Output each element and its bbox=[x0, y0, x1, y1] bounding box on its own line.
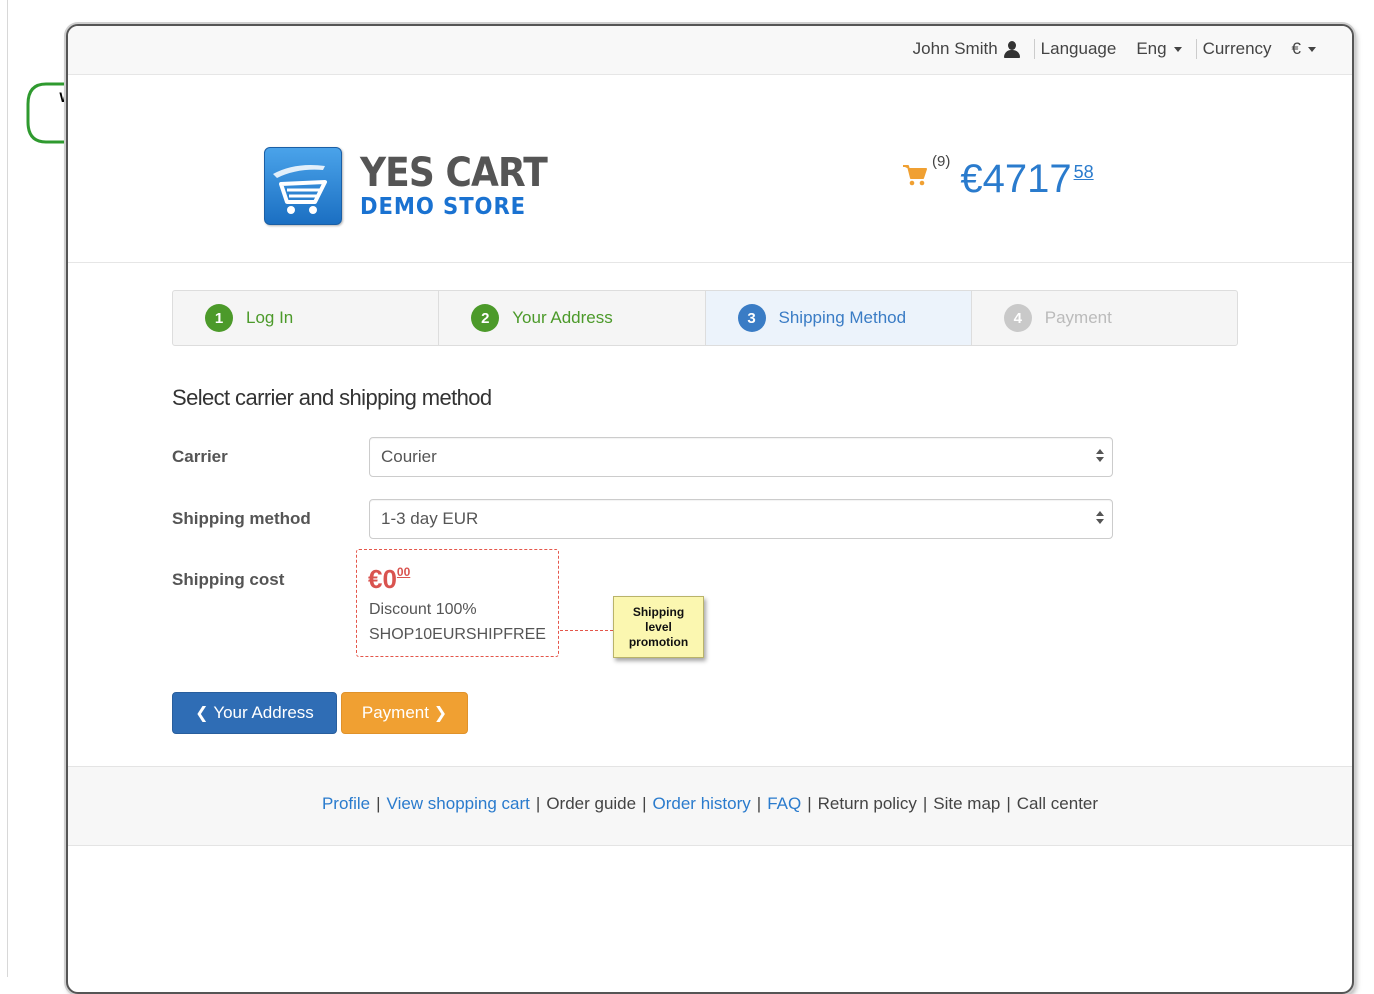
step-label: Your Address bbox=[512, 308, 613, 327]
select-arrows-icon bbox=[1096, 449, 1104, 465]
footer-link-faq[interactable]: FAQ bbox=[767, 794, 801, 813]
footer-separator: | bbox=[1006, 794, 1011, 813]
page-edge bbox=[7, 0, 8, 977]
cart-item-count: (9) bbox=[932, 153, 951, 170]
currency-dropdown[interactable]: € bbox=[1292, 39, 1316, 59]
footer-separator: | bbox=[642, 794, 647, 813]
section-title: Select carrier and shipping method bbox=[172, 385, 492, 410]
chevron-right-icon: ❯ bbox=[433, 705, 448, 722]
cart-logo-icon bbox=[264, 147, 342, 225]
browser-frame: John Smith Language Eng Currency € YES C… bbox=[66, 24, 1354, 994]
next-button[interactable]: Payment ❯ bbox=[341, 692, 468, 734]
caret-down-icon bbox=[1173, 47, 1182, 53]
currency-label: Currency bbox=[1202, 39, 1272, 58]
note-line3: promotion bbox=[628, 635, 689, 649]
shipping-cost-minor: 00 bbox=[396, 565, 411, 579]
logo-subtitle: DEMO STORE bbox=[360, 194, 527, 220]
footer-separator: | bbox=[922, 794, 928, 813]
annotation-note: Shipping level promotion bbox=[613, 596, 704, 658]
site-footer: Profile | View shopping cart | Order guide | O… bbox=[68, 766, 1352, 846]
footer-separator: | bbox=[807, 794, 812, 813]
carrier-value: Courier bbox=[381, 447, 437, 466]
note-line2: level bbox=[645, 620, 672, 634]
step-shipping-method[interactable]: 3 Shipping Method bbox=[705, 291, 972, 345]
caret-down-icon bbox=[1308, 47, 1316, 53]
footer-separator: | bbox=[756, 794, 762, 813]
logo-title: YES CART bbox=[360, 150, 548, 196]
cart-total-minor: 58 bbox=[1073, 162, 1094, 182]
step-your-address[interactable]: 2 Your Address bbox=[439, 291, 706, 345]
step-label: Shipping Method bbox=[778, 308, 907, 327]
next-button-label: Payment bbox=[361, 703, 429, 722]
shipping-cost-label: Shipping cost bbox=[172, 570, 285, 589]
checkout-steps: 1 Log In 2 Your Address 3 Shipping Metho… bbox=[172, 290, 1238, 346]
language-dropdown[interactable]: Eng bbox=[1136, 39, 1182, 59]
shopping-cart-icon bbox=[903, 165, 927, 186]
step-payment: 4 Payment bbox=[972, 291, 1237, 345]
language-value: Eng bbox=[1136, 39, 1167, 58]
promo-code: SHOP10EURSHIPFREE bbox=[369, 626, 546, 643]
shipping-method-label: Shipping method bbox=[172, 509, 311, 528]
back-button[interactable]: ❮ Your Address bbox=[172, 692, 337, 734]
step-number: 4 bbox=[1003, 304, 1032, 332]
step-label: Payment bbox=[1044, 308, 1112, 327]
back-button-label: Your Address bbox=[213, 703, 314, 722]
person-icon bbox=[1003, 40, 1020, 58]
footer-link-order-guide[interactable]: Order guide bbox=[546, 794, 636, 813]
shipping-cost-value: €000 bbox=[368, 564, 410, 595]
select-arrows-icon bbox=[1096, 511, 1104, 527]
carrier-label: Carrier bbox=[172, 447, 228, 466]
shipping-method-value: 1-3 day EUR bbox=[381, 509, 479, 528]
currency-value: € bbox=[1291, 39, 1301, 58]
step-number: 2 bbox=[471, 304, 500, 332]
shipping-method-select[interactable]: 1-3 day EUR bbox=[369, 499, 1113, 539]
discount-text: Discount 100% bbox=[369, 601, 477, 618]
footer-separator: | bbox=[376, 794, 381, 813]
divider bbox=[1033, 39, 1035, 59]
step-log-in[interactable]: 1 Log In bbox=[173, 291, 440, 345]
step-number: 1 bbox=[205, 304, 233, 332]
shipping-cost-major: €0 bbox=[368, 564, 397, 594]
footer-links: Profile | View shopping cart | Order guide | O… bbox=[68, 794, 1352, 814]
chevron-left-icon: ❮ bbox=[195, 705, 209, 722]
footer-link-site-map[interactable]: Site map bbox=[933, 794, 1000, 813]
divider bbox=[1195, 39, 1197, 59]
cart-total-major: €4717 bbox=[960, 157, 1072, 201]
note-line1: Shipping bbox=[632, 605, 685, 619]
footer-link-order-history[interactable]: Order history bbox=[653, 794, 751, 813]
store-logo[interactable]: YES CART DEMO STORE bbox=[264, 147, 568, 225]
user-name[interactable]: John Smith bbox=[913, 39, 998, 59]
step-label: Log In bbox=[246, 308, 294, 327]
language-label: Language bbox=[1040, 39, 1117, 58]
carrier-select[interactable]: Courier bbox=[369, 437, 1113, 477]
annotation-connector bbox=[560, 630, 613, 631]
step-number: 3 bbox=[737, 304, 766, 332]
cart-summary[interactable]: (9) €4717 58 bbox=[902, 149, 1094, 202]
cart-total: €4717 58 bbox=[960, 149, 1093, 202]
footer-link-call-center[interactable]: Call center bbox=[1017, 794, 1098, 813]
footer-link-view-cart[interactable]: View shopping cart bbox=[387, 794, 530, 813]
site-header: YES CART DEMO STORE (9) €4717 58 bbox=[68, 75, 1352, 263]
top-bar: John Smith Language Eng Currency € bbox=[68, 26, 1352, 75]
footer-link-return-policy[interactable]: Return policy bbox=[818, 794, 917, 813]
footer-link-profile[interactable]: Profile bbox=[322, 794, 370, 813]
footer-separator: | bbox=[535, 794, 541, 813]
